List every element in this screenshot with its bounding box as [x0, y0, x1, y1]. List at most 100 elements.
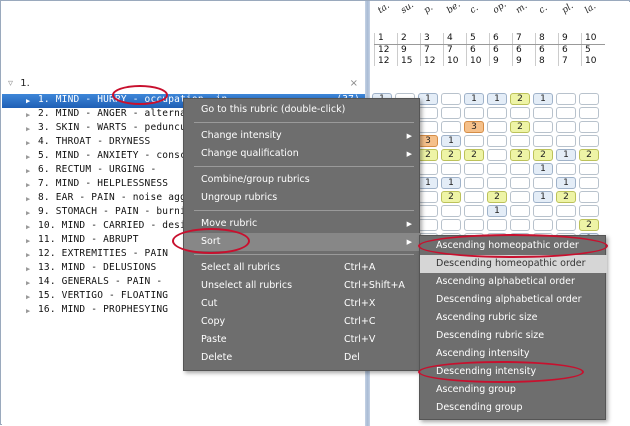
- sort-option[interactable]: Descending rubric size: [420, 327, 607, 345]
- menu-change-intensity[interactable]: Change intensity ▶: [184, 127, 421, 145]
- remedy-grade-cell[interactable]: [418, 163, 438, 175]
- remedy-grade-cell[interactable]: [441, 121, 461, 133]
- remedy-name[interactable]: la.: [583, 1, 598, 16]
- expand-arrow-icon[interactable]: ▶: [26, 307, 30, 315]
- remedy-grade-cell[interactable]: [487, 107, 507, 119]
- expand-arrow-icon[interactable]: ▶: [26, 251, 30, 259]
- remedy-grade-cell[interactable]: [533, 205, 553, 217]
- remedy-grade-cell[interactable]: [487, 135, 507, 147]
- remedy-grade-cell[interactable]: [441, 163, 461, 175]
- remedy-name[interactable]: p.: [422, 3, 435, 16]
- remedy-grade-cell[interactable]: [579, 121, 599, 133]
- remedy-grade-cell[interactable]: [441, 93, 461, 105]
- remedy-grade-cell[interactable]: 1: [556, 149, 576, 161]
- remedy-name[interactable]: su.: [399, 0, 416, 16]
- expand-arrow-icon[interactable]: ▶: [26, 153, 30, 161]
- remedy-grade-cell[interactable]: [464, 177, 484, 189]
- sort-option[interactable]: Ascending group: [420, 381, 607, 399]
- remedy-grade-cell[interactable]: [487, 219, 507, 231]
- remedy-grade-cell[interactable]: 1: [556, 177, 576, 189]
- sort-option[interactable]: Descending homeopathic order: [420, 255, 607, 273]
- remedy-grade-cell[interactable]: [579, 93, 599, 105]
- remedy-grade-cell[interactable]: 3: [418, 135, 438, 147]
- menu-combine-rubrics[interactable]: Combine/group rubrics: [184, 171, 421, 189]
- remedy-grade-cell[interactable]: 1: [533, 93, 553, 105]
- menu-copy[interactable]: Copy Ctrl+C: [184, 313, 421, 331]
- remedy-grade-cell[interactable]: [533, 135, 553, 147]
- remedy-grade-cell[interactable]: 1: [418, 177, 438, 189]
- remedy-grade-cell[interactable]: [487, 177, 507, 189]
- remedy-name[interactable]: pl.: [560, 1, 575, 16]
- remedy-grade-cell[interactable]: [579, 135, 599, 147]
- remedy-grade-cell[interactable]: [510, 219, 530, 231]
- remedy-grade-cell[interactable]: [579, 163, 599, 175]
- remedy-grade-cell[interactable]: [418, 219, 438, 231]
- remedy-grade-cell[interactable]: [441, 219, 461, 231]
- remedy-grade-cell[interactable]: [510, 191, 530, 203]
- expand-arrow-icon[interactable]: ▶: [26, 237, 30, 245]
- sort-option[interactable]: Ascending alphabetical order: [420, 273, 607, 291]
- expand-arrow-icon[interactable]: ▶: [26, 111, 30, 119]
- remedy-grade-cell[interactable]: [464, 191, 484, 203]
- remedy-grade-cell[interactable]: [510, 163, 530, 175]
- sort-option[interactable]: Ascending rubric size: [420, 309, 607, 327]
- remedy-grade-cell[interactable]: [510, 107, 530, 119]
- remedy-grade-cell[interactable]: 2: [464, 149, 484, 161]
- remedy-grade-cell[interactable]: [533, 107, 553, 119]
- sort-option[interactable]: Descending intensity: [420, 363, 607, 381]
- remedy-name[interactable]: ta.: [376, 1, 391, 16]
- remedy-grade-cell[interactable]: 2: [579, 219, 599, 231]
- remedy-grade-cell[interactable]: [533, 219, 553, 231]
- close-icon[interactable]: ×: [350, 78, 358, 89]
- remedy-grade-cell[interactable]: 1: [441, 177, 461, 189]
- remedy-grade-cell[interactable]: 1: [533, 191, 553, 203]
- remedy-grade-cell[interactable]: [464, 219, 484, 231]
- remedy-grade-cell[interactable]: 3: [464, 121, 484, 133]
- expand-arrow-icon[interactable]: ▶: [26, 293, 30, 301]
- expand-arrow-icon[interactable]: ▶: [26, 223, 30, 231]
- remedy-grade-cell[interactable]: 2: [418, 149, 438, 161]
- remedy-grade-cell[interactable]: [533, 121, 553, 133]
- sort-option[interactable]: Ascending homeopathic order: [420, 237, 607, 255]
- remedy-grade-cell[interactable]: 1: [487, 93, 507, 105]
- remedy-grade-cell[interactable]: [418, 107, 438, 119]
- remedy-grade-cell[interactable]: [556, 107, 576, 119]
- menu-change-qualification[interactable]: Change qualification ▶: [184, 145, 421, 163]
- remedy-grade-cell[interactable]: 2: [556, 191, 576, 203]
- remedy-name[interactable]: c.: [468, 3, 480, 16]
- remedy-grade-cell[interactable]: 2: [533, 149, 553, 161]
- remedy-name[interactable]: op.: [491, 0, 508, 16]
- collapse-arrow-icon[interactable]: ▿: [8, 78, 13, 89]
- expand-arrow-icon[interactable]: ▶: [26, 139, 30, 147]
- remedy-grade-cell[interactable]: [579, 191, 599, 203]
- remedy-grade-cell[interactable]: [464, 163, 484, 175]
- expand-arrow-icon[interactable]: ▶: [26, 125, 30, 133]
- sort-option[interactable]: Ascending intensity: [420, 345, 607, 363]
- tree-root[interactable]: ▿ 1. ×: [8, 78, 364, 92]
- remedy-grade-cell[interactable]: [487, 149, 507, 161]
- remedy-grade-cell[interactable]: 2: [441, 191, 461, 203]
- expand-arrow-icon[interactable]: ▶: [26, 97, 30, 105]
- menu-ungroup-rubrics[interactable]: Ungroup rubrics: [184, 189, 421, 207]
- remedy-grade-cell[interactable]: [556, 205, 576, 217]
- remedy-grade-cell[interactable]: [556, 135, 576, 147]
- remedy-grade-cell[interactable]: 1: [464, 93, 484, 105]
- expand-arrow-icon[interactable]: ▶: [26, 279, 30, 287]
- remedy-grade-cell[interactable]: [579, 177, 599, 189]
- remedy-name[interactable]: m.: [514, 1, 529, 16]
- expand-arrow-icon[interactable]: ▶: [26, 195, 30, 203]
- remedy-grade-cell[interactable]: [510, 177, 530, 189]
- remedy-grade-cell[interactable]: [510, 135, 530, 147]
- expand-arrow-icon[interactable]: ▶: [26, 167, 30, 175]
- sort-option[interactable]: Descending group: [420, 399, 607, 417]
- remedy-grade-cell[interactable]: 2: [510, 149, 530, 161]
- remedy-grade-cell[interactable]: [464, 107, 484, 119]
- remedy-name[interactable]: c.: [537, 3, 549, 16]
- menu-move-rubric[interactable]: Move rubric ▶: [184, 215, 421, 233]
- menu-delete[interactable]: Delete Del: [184, 349, 421, 367]
- remedy-grade-cell[interactable]: [464, 205, 484, 217]
- remedy-grade-cell[interactable]: [464, 135, 484, 147]
- remedy-grade-cell[interactable]: 1: [441, 135, 461, 147]
- menu-go-to-rubric[interactable]: Go to this rubric (double-click): [184, 101, 421, 119]
- remedy-grade-cell[interactable]: [418, 191, 438, 203]
